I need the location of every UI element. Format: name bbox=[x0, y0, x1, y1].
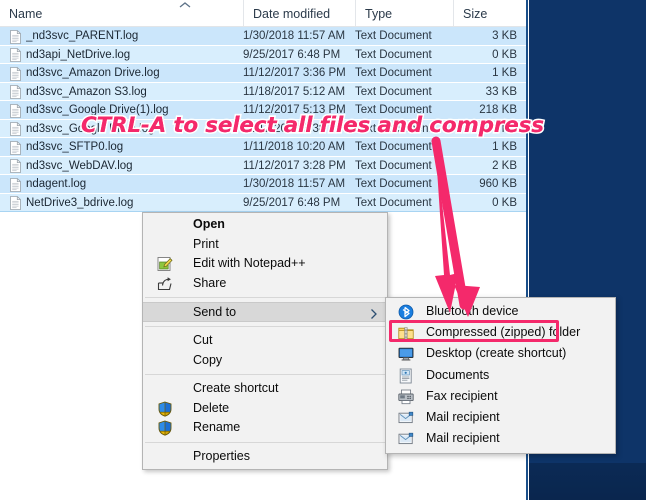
submenu-item-fax-recipient[interactable]: Fax recipient bbox=[386, 386, 615, 407]
context-menu[interactable]: Open Print Edit with Notepad++ Share Send to… bbox=[142, 212, 388, 470]
desktop-background-lower bbox=[529, 463, 646, 500]
submenu-item-compressed-zipped-folder[interactable]: Compressed (zipped) folder bbox=[386, 322, 615, 343]
file-date-modified: 9/25/2017 6:48 PM bbox=[243, 46, 351, 64]
file-date-modified: 11/12/2017 3:36 PM bbox=[243, 64, 351, 82]
file-type: Text Document bbox=[355, 175, 451, 193]
submenu-item-desktop-create-shortcut[interactable]: Desktop (create shortcut) bbox=[386, 343, 615, 364]
context-menu-item-label: Rename bbox=[193, 420, 240, 434]
file-date-modified: 1/11/2018 10:20 AM bbox=[243, 138, 351, 156]
context-menu-item-label: Delete bbox=[193, 401, 229, 415]
file-type: Text Document bbox=[355, 194, 451, 212]
column-header-date-modified[interactable]: Date modified bbox=[243, 0, 355, 26]
context-menu-item-label: Copy bbox=[193, 353, 222, 367]
file-date-modified: 9/25/2017 6:48 PM bbox=[243, 194, 351, 212]
file-name: NetDrive3_bdrive.log bbox=[26, 194, 241, 212]
column-header-name[interactable]: Name bbox=[0, 0, 243, 26]
context-menu-item-label: Edit with Notepad++ bbox=[193, 256, 306, 270]
column-header-bar: Name Date modified Type Size bbox=[0, 0, 526, 27]
annotation-callout-text: CTRL-A to select all files and compress … bbox=[81, 113, 544, 138]
file-date-modified: 11/18/2017 5:12 AM bbox=[243, 83, 351, 101]
file-name: nd3svc_WebDAV.log bbox=[26, 157, 241, 175]
context-menu-item-create-shortcut[interactable]: Create shortcut bbox=[143, 379, 387, 399]
file-size: 960 KB bbox=[453, 175, 517, 193]
context-menu-item-delete[interactable]: Delete bbox=[143, 399, 387, 419]
file-name: nd3svc_SFTP0.log bbox=[26, 138, 241, 156]
file-row[interactable]: nd3svc_Amazon S3.log11/18/2017 5:12 AMTe… bbox=[0, 83, 526, 102]
file-date-modified: 1/30/2018 11:57 AM bbox=[243, 175, 351, 193]
context-menu-item-edit-with-notepad[interactable]: Edit with Notepad++ bbox=[143, 254, 387, 274]
menu-separator bbox=[145, 374, 385, 375]
file-name: ndagent.log bbox=[26, 175, 241, 193]
context-menu-item-label: Open bbox=[193, 217, 225, 231]
column-header-type[interactable]: Type bbox=[355, 0, 453, 26]
file-name: nd3svc_Amazon Drive.log bbox=[26, 64, 241, 82]
context-menu-item-label: Create shortcut bbox=[193, 381, 278, 395]
file-type: Text Document bbox=[355, 46, 451, 64]
file-row[interactable]: _nd3svc_PARENT.log1/30/2018 11:57 AMText… bbox=[0, 27, 526, 46]
file-size: 0 KB bbox=[453, 46, 517, 64]
file-type: Text Document bbox=[355, 157, 451, 175]
context-menu-item-label: Send to bbox=[193, 305, 236, 319]
file-name: _nd3svc_PARENT.log bbox=[26, 27, 241, 45]
file-name: nd3api_NetDrive.log bbox=[26, 46, 241, 64]
file-size: 3 KB bbox=[453, 27, 517, 45]
submenu-item-label: Fax recipient bbox=[426, 389, 498, 403]
file-type: Text Document bbox=[355, 64, 451, 82]
file-size: 1 KB bbox=[453, 64, 517, 82]
file-type: Text Document bbox=[355, 138, 451, 156]
file-size: 1 KB bbox=[453, 138, 517, 156]
file-row[interactable]: NetDrive3_bdrive.log9/25/2017 6:48 PMTex… bbox=[0, 194, 526, 213]
submenu-item-mail-recipient[interactable]: Mail recipient bbox=[386, 407, 615, 428]
file-row[interactable]: ndagent.log1/30/2018 11:57 AMText Docume… bbox=[0, 175, 526, 194]
file-name: nd3svc_Amazon S3.log bbox=[26, 83, 241, 101]
context-menu-item-rename[interactable]: Rename bbox=[143, 418, 387, 438]
menu-separator bbox=[145, 442, 385, 443]
file-size: 2 KB bbox=[453, 157, 517, 175]
file-size: 33 KB bbox=[453, 83, 517, 101]
file-row[interactable]: nd3svc_SFTP0.log1/11/2018 10:20 AMText D… bbox=[0, 138, 526, 157]
context-menu-item-label: Properties bbox=[193, 449, 250, 463]
submenu-item-label: Documents bbox=[426, 368, 489, 382]
send-to-submenu[interactable]: Bluetooth device Compressed (zipped) fold… bbox=[385, 297, 616, 454]
context-menu-item-label: Share bbox=[193, 276, 226, 290]
context-menu-item-label: Cut bbox=[193, 333, 212, 347]
submenu-item-bluetooth-device[interactable]: Bluetooth device bbox=[386, 301, 615, 322]
file-row[interactable]: nd3api_NetDrive.log9/25/2017 6:48 PMText… bbox=[0, 46, 526, 65]
file-size: 0 KB bbox=[453, 194, 517, 212]
file-type: Text Document bbox=[355, 27, 451, 45]
context-menu-item-copy[interactable]: Copy bbox=[143, 351, 387, 371]
sort-ascending-chevron-icon bbox=[178, 1, 192, 9]
context-menu-item-share[interactable]: Share bbox=[143, 274, 387, 294]
submenu-item-label: Bluetooth device bbox=[426, 304, 518, 318]
submenu-item-documents[interactable]: Documents bbox=[386, 365, 615, 386]
submenu-item-label: Desktop (create shortcut) bbox=[426, 346, 566, 360]
file-date-modified: 1/30/2018 11:57 AM bbox=[243, 27, 351, 45]
submenu-item-label: Mail recipient bbox=[426, 431, 500, 445]
file-type: Text Document bbox=[355, 83, 451, 101]
file-row[interactable]: nd3svc_Amazon Drive.log11/12/2017 3:36 P… bbox=[0, 64, 526, 83]
context-menu-item-cut[interactable]: Cut bbox=[143, 331, 387, 351]
column-header-size[interactable]: Size bbox=[453, 0, 526, 26]
menu-separator bbox=[145, 326, 385, 327]
chevron-right-icon bbox=[370, 307, 378, 319]
context-menu-item-print[interactable]: Print bbox=[143, 235, 387, 255]
context-menu-item-send-to[interactable]: Send to bbox=[143, 302, 387, 322]
context-menu-item-open[interactable]: Open bbox=[143, 215, 387, 235]
submenu-item-mail-recipient[interactable]: Mail recipient bbox=[386, 428, 615, 449]
context-menu-item-properties[interactable]: Properties bbox=[143, 447, 387, 467]
submenu-item-label: Compressed (zipped) folder bbox=[426, 325, 580, 339]
context-menu-item-label: Print bbox=[193, 237, 219, 251]
annotation-callout-text-fill: CTRL-A to select all files and compress bbox=[81, 113, 544, 138]
file-row[interactable]: nd3svc_WebDAV.log11/12/2017 3:28 PMText … bbox=[0, 157, 526, 176]
submenu-item-label: Mail recipient bbox=[426, 410, 500, 424]
file-date-modified: 11/12/2017 3:28 PM bbox=[243, 157, 351, 175]
menu-separator bbox=[145, 297, 385, 298]
